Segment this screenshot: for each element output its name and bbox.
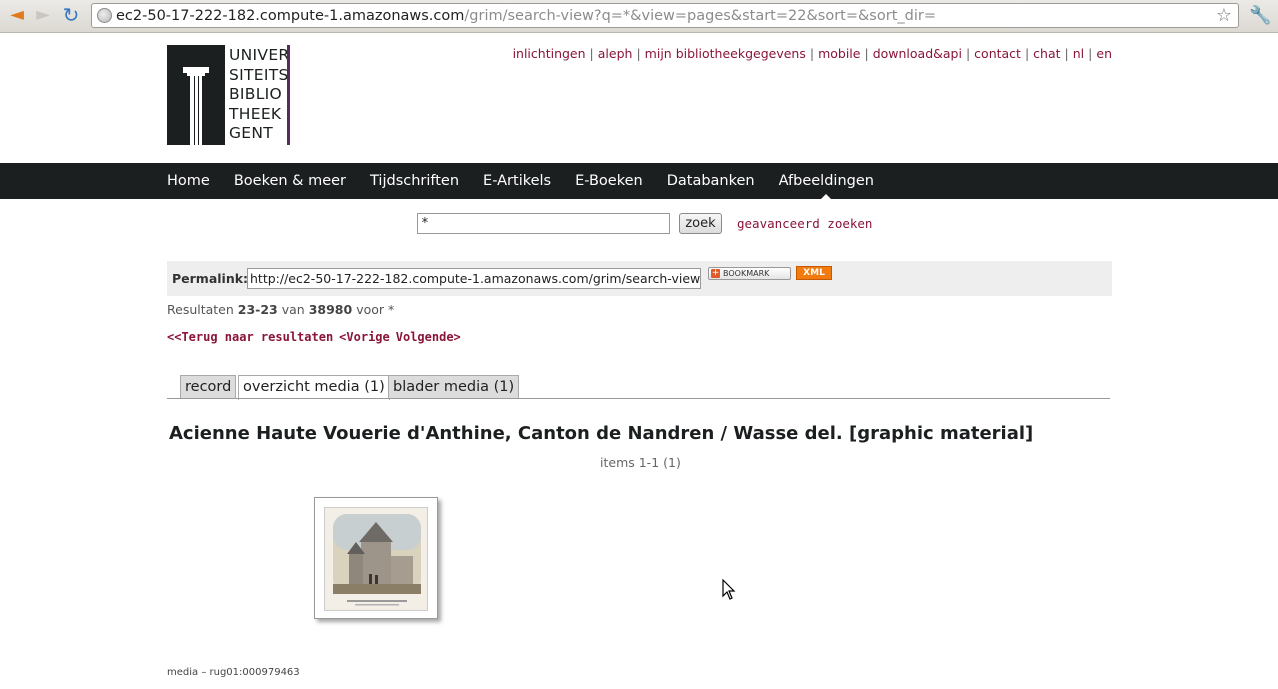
plus-icon: + — [711, 268, 720, 278]
separator: | — [965, 46, 971, 61]
permalink-label: Permalink: — [172, 271, 249, 286]
url-host: ec2-50-17-222-182.compute-1.amazonaws.co… — [116, 8, 465, 24]
image-caption-line — [355, 604, 399, 606]
url-path: /grim/search-view?q=*&view=pages&start=2… — [464, 8, 936, 24]
results-prefix: Resultaten — [167, 302, 234, 317]
logo-line: BIBLIO — [229, 85, 283, 103]
results-summary: Resultaten 23-23 van 38980 voor * — [167, 302, 394, 317]
separator: | — [864, 46, 869, 61]
utility-links: inlichtingen | aleph | mijn bibliotheekgegev… — [513, 46, 1112, 61]
tab-record[interactable]: record — [180, 375, 237, 399]
nav-boeken-meer[interactable]: Boeken & meer — [234, 163, 346, 199]
back-to-results-link[interactable]: <<Terug naar resultaten — [167, 330, 333, 344]
nav-tijdschriften[interactable]: Tijdschriften — [370, 163, 459, 199]
cursor-arrow — [722, 579, 736, 600]
separator: | — [1024, 46, 1030, 61]
separator: | — [809, 46, 815, 61]
bookmark-button[interactable]: + BOOKMARK — [708, 267, 791, 280]
mouse-cursor-icon — [722, 579, 736, 600]
logo-line: GENT — [229, 124, 274, 142]
logo-wordmark: UNIVER SITEITS BIBLIO THEEK GENT — [229, 46, 290, 144]
castle-tower — [349, 554, 363, 586]
media-id: media – rug01:000979463 — [167, 667, 300, 678]
logo-line: SITEITS — [229, 65, 289, 84]
logo-pillar-block — [167, 45, 225, 145]
link-inlichtingen[interactable]: inlichtingen — [513, 46, 586, 61]
results-total: 38980 — [308, 302, 353, 317]
browser-toolbar: ◄ ► ↻ ec2-50-17-222-182.compute-1.amazon… — [0, 0, 1278, 33]
link-mijn-bibliotheekgegevens[interactable]: mijn bibliotheekgegevens — [645, 46, 806, 61]
link-contact[interactable]: contact — [974, 46, 1021, 61]
media-thumbnail[interactable] — [314, 497, 438, 619]
tab-blader-media[interactable]: blader media (1) — [388, 375, 520, 399]
castle-engraving-drawing — [333, 514, 421, 606]
globe-icon — [97, 8, 112, 23]
results-range: 23-23 — [237, 302, 278, 317]
link-download-api[interactable]: download&api — [873, 46, 962, 61]
figure — [369, 574, 372, 584]
results-query: * — [388, 302, 395, 317]
image-ground — [333, 584, 421, 594]
nav-e-boeken[interactable]: E-Boeken — [575, 163, 643, 199]
permalink-bar: Permalink: http://ec2-50-17-222-182.comp… — [167, 261, 1112, 296]
figure — [375, 575, 378, 584]
results-of: van — [281, 302, 305, 317]
tabs-divider — [167, 398, 1110, 399]
nav-e-artikels[interactable]: E-Artikels — [483, 163, 551, 199]
xml-button[interactable]: XML — [796, 266, 832, 280]
university-library-logo[interactable]: UNIVER SITEITS BIBLIO THEEK GENT — [167, 45, 290, 145]
logo-line: UNIVER — [229, 46, 290, 64]
image-caption-line — [347, 600, 407, 602]
main-navigation: Home Boeken & meer Tijdschriften E-Artik… — [0, 163, 1278, 199]
link-aleph[interactable]: aleph — [598, 46, 633, 61]
link-chat[interactable]: chat — [1033, 46, 1060, 61]
tab-overzicht-media[interactable]: overzicht media (1) — [238, 375, 390, 400]
link-lang-nl[interactable]: nl — [1073, 46, 1084, 61]
link-mobile[interactable]: mobile — [818, 46, 860, 61]
wrench-icon[interactable]: 🔧 — [1249, 5, 1271, 26]
reload-icon[interactable]: ↻ — [60, 5, 82, 25]
pillar-flute — [194, 76, 195, 145]
castle-wing — [391, 556, 413, 586]
link-lang-en[interactable]: en — [1096, 46, 1112, 61]
bookmark-star-icon[interactable]: ☆ — [1216, 5, 1232, 26]
record-title: Acienne Haute Vouerie d'Anthine, Canton … — [169, 423, 1034, 444]
castle-engraving-image — [324, 507, 428, 611]
logo-accent-bar — [287, 45, 290, 145]
forward-arrow-icon[interactable]: ► — [32, 5, 54, 25]
advanced-search-link[interactable]: geavanceerd zoeken — [737, 216, 872, 231]
bookmark-label: BOOKMARK — [723, 269, 770, 278]
results-for: voor — [356, 302, 385, 317]
address-bar[interactable]: ec2-50-17-222-182.compute-1.amazonaws.co… — [91, 3, 1239, 28]
permalink-field[interactable]: http://ec2-50-17-222-182.compute-1.amazo… — [247, 268, 701, 289]
separator: | — [636, 46, 641, 61]
search-button[interactable]: zoek — [679, 213, 722, 234]
nav-afbeeldingen[interactable]: Afbeeldingen — [779, 163, 874, 199]
record-pager: <<Terug naar resultaten <Vorige Volgende> — [167, 330, 467, 344]
nav-home[interactable]: Home — [167, 163, 210, 199]
pillar-flute — [198, 76, 199, 145]
next-link[interactable]: Volgende> — [396, 330, 461, 344]
logo-line: THEEK — [229, 104, 282, 123]
search-input[interactable]: * — [417, 213, 670, 234]
nav-databanken[interactable]: Databanken — [667, 163, 755, 199]
separator: | — [589, 46, 594, 61]
pillar-shaft — [190, 76, 202, 145]
separator: | — [1064, 46, 1069, 61]
items-count: items 1-1 (1) — [600, 455, 681, 470]
back-arrow-icon[interactable]: ◄ — [6, 5, 28, 25]
separator: | — [1088, 46, 1093, 61]
address-text: ec2-50-17-222-182.compute-1.amazonaws.co… — [116, 7, 936, 25]
previous-link[interactable]: <Vorige — [339, 330, 390, 344]
